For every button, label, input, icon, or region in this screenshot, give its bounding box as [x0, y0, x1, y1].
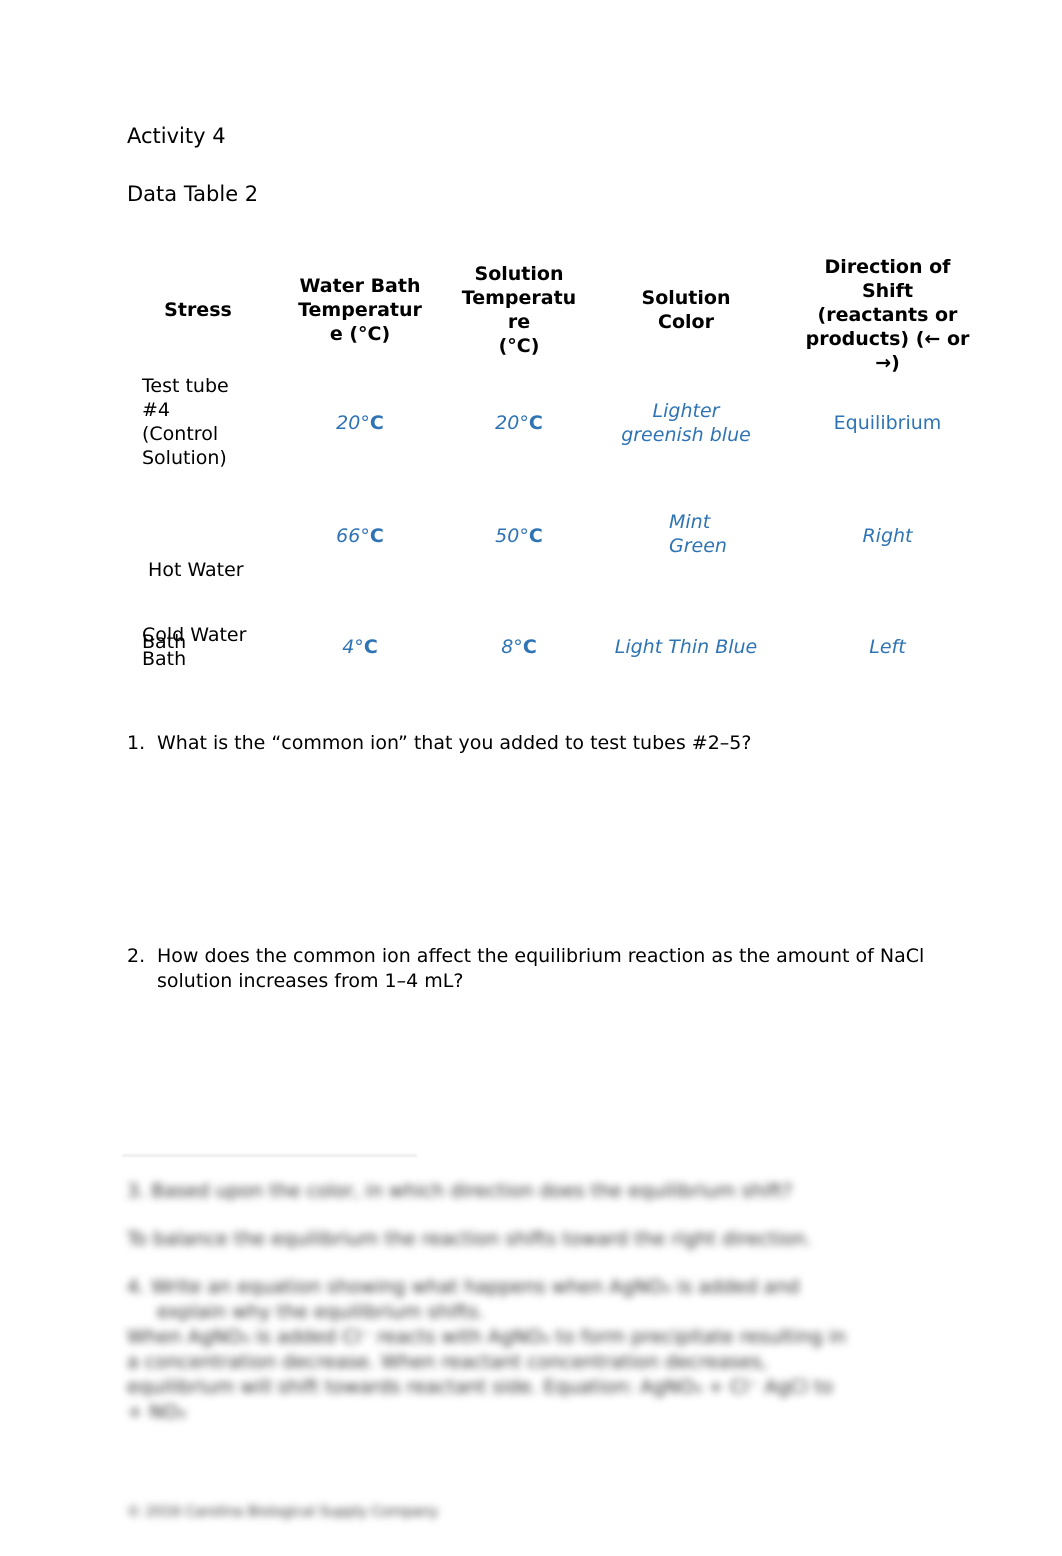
stress-line: Solution)	[142, 447, 227, 469]
question-text: How does the common ion affect the equil…	[157, 945, 925, 992]
color-line: Green	[669, 535, 727, 557]
temp-value: 50°	[495, 525, 529, 547]
temp-unit: C	[369, 525, 384, 547]
stress-line: Bath	[142, 648, 187, 670]
question-4-blurred: 4. Write an equation showing what happen…	[127, 1275, 927, 1325]
color-line: Light Thin Blue	[614, 636, 758, 658]
footer-text: © 2016 Carolina Biological Supply Compan…	[127, 1504, 439, 1520]
header-line: Water Bath	[299, 275, 421, 297]
question-line: 4. Write an equation showing what happen…	[127, 1276, 800, 1298]
temp-unit: C	[369, 412, 384, 434]
cell-solution-temp: 8°C	[449, 635, 589, 659]
answer-4-blurred: When AgNO₃ is added Cl⁻ reacts with AgNO…	[127, 1325, 927, 1425]
cell-stress: Cold Water Bath	[142, 623, 282, 671]
header-line: products) (← or	[805, 328, 970, 350]
temp-unit: C	[522, 636, 537, 658]
question-3-blurred: 3. Based upon the color, in which direct…	[127, 1179, 927, 1204]
temp-unit: C	[363, 636, 378, 658]
question-number: 1.	[127, 732, 146, 754]
temp-unit: C	[528, 525, 543, 547]
question-line: explain why the equilibrium shifts.	[157, 1301, 485, 1323]
question-text: What is the “common ion” that you added …	[157, 732, 752, 754]
temp-value: 66°	[336, 525, 370, 547]
question-text: 3. Based upon the color, in which direct…	[127, 1180, 793, 1202]
cell-solution-color: Mint Green	[669, 510, 789, 558]
header-solution-temp: Solution Temperatu re (°C)	[449, 262, 589, 358]
temp-value: 20°	[336, 412, 370, 434]
answer-line: a concentration decrease. When reactant …	[127, 1351, 768, 1373]
cell-solution-temp: 50°C	[449, 524, 589, 548]
direction-value: Right	[862, 525, 913, 547]
header-line: →)	[875, 352, 900, 374]
cell-stress: Test tube #4 (Control Solution)	[142, 374, 272, 470]
header-stress: Stress	[138, 298, 258, 322]
color-line: Mint	[669, 511, 711, 533]
cell-direction: Left	[790, 635, 985, 659]
header-line: (°C)	[498, 335, 540, 357]
cell-water-bath-temp: 66°C	[285, 524, 435, 548]
header-water-bath-temp: Water Bath Temperatur e (°C)	[285, 274, 435, 346]
cell-water-bath-temp: 20°C	[285, 411, 435, 435]
cell-solution-color: Lighter greenish blue	[601, 399, 771, 447]
answer-3-blurred: To balance the equilibrium the reaction …	[127, 1227, 927, 1252]
header-line: re	[507, 311, 531, 333]
header-line: Color	[658, 311, 714, 333]
temp-unit: C	[528, 412, 543, 434]
header-line: (reactants or	[817, 304, 958, 326]
section-divider	[122, 1155, 417, 1156]
header-direction-of-shift: Direction of Shift (reactants or product…	[790, 255, 985, 375]
stress-line: Test tube	[142, 375, 229, 397]
question-1: 1. What is the “common ion” that you add…	[127, 731, 927, 756]
direction-value: Equilibrium	[833, 412, 942, 434]
temp-value: 4°	[342, 636, 364, 658]
temp-value: 8°	[501, 636, 523, 658]
header-line: Solution	[474, 263, 564, 285]
cell-stress: Hot Water Bath	[142, 510, 282, 702]
stress-line: Cold Water	[142, 624, 247, 646]
answer-line: equilibrium will shift towards reactant …	[127, 1376, 834, 1398]
cell-solution-temp: 20°C	[449, 411, 589, 435]
color-line: Lighter	[652, 400, 720, 422]
cell-direction: Right	[790, 524, 985, 548]
question-2: 2. How does the common ion affect the eq…	[127, 944, 927, 994]
color-line: greenish blue	[621, 424, 751, 446]
header-line: Temperatur	[298, 299, 422, 321]
activity-title: Activity 4	[127, 124, 226, 148]
header-stress-label: Stress	[164, 299, 232, 321]
temp-value: 20°	[495, 412, 529, 434]
header-line: Solution	[641, 287, 731, 309]
direction-value: Left	[869, 636, 906, 658]
cell-direction: Equilibrium	[790, 411, 985, 435]
header-line: Shift	[861, 280, 914, 302]
answer-line: When AgNO₃ is added Cl⁻ reacts with AgNO…	[127, 1326, 847, 1348]
header-solution-color: Solution Color	[611, 286, 761, 334]
header-line: Direction of	[824, 256, 951, 278]
table-title: Data Table 2	[127, 182, 259, 206]
stress-line: #4	[142, 399, 171, 421]
header-line: e (°C)	[329, 323, 391, 345]
answer-text: To balance the equilibrium the reaction …	[127, 1228, 812, 1250]
header-line: Temperatu	[461, 287, 577, 309]
cell-water-bath-temp: 4°C	[285, 635, 435, 659]
footer-copyright-blurred: © 2016 Carolina Biological Supply Compan…	[127, 1500, 927, 1525]
stress-line: (Control	[142, 423, 219, 445]
stress-line: Hot Water	[142, 559, 244, 581]
question-number: 2.	[127, 945, 146, 967]
cell-solution-color: Light Thin Blue	[591, 635, 781, 659]
answer-line: + NO₃	[127, 1401, 186, 1423]
